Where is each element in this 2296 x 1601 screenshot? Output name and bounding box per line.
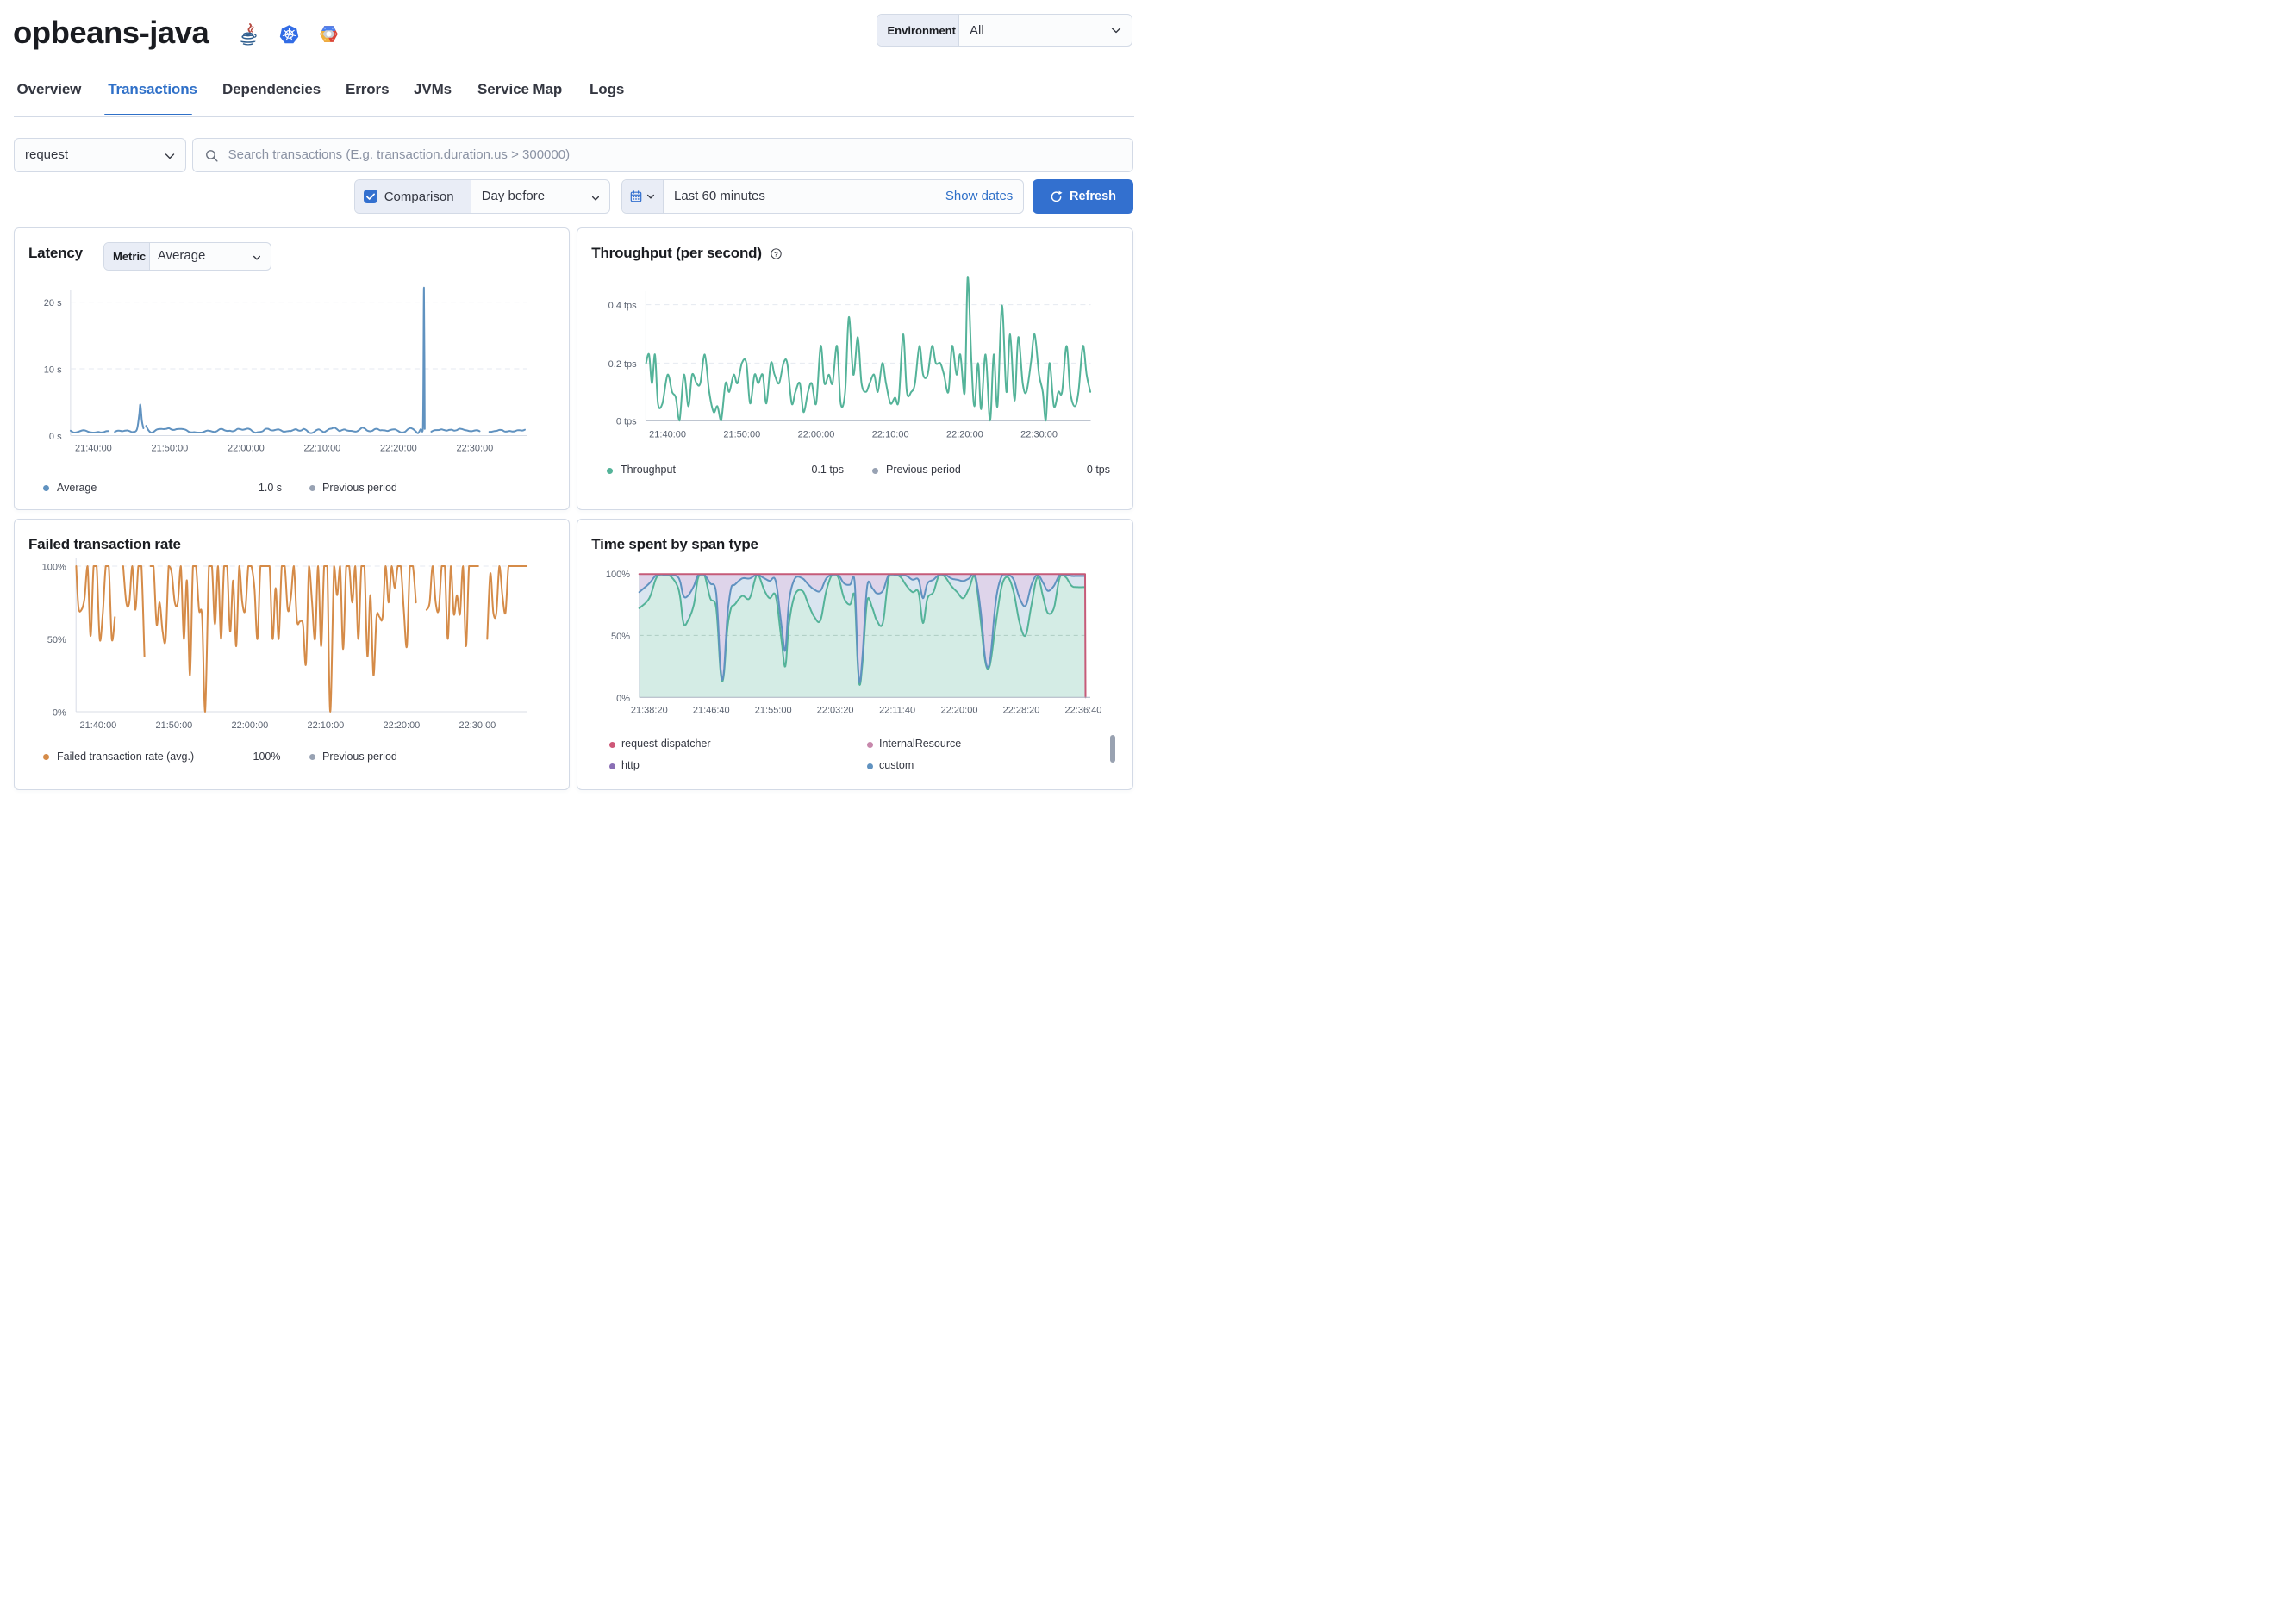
svg-text:?: ? bbox=[774, 250, 778, 258]
